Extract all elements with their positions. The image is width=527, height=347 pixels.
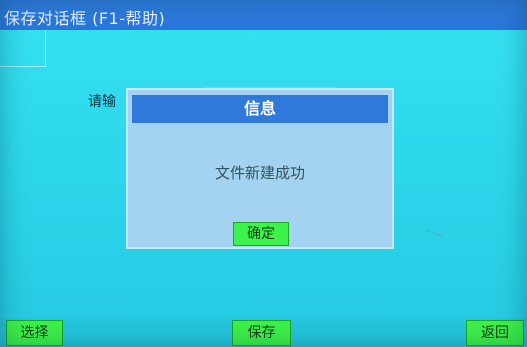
dialog-title: 信息	[132, 95, 388, 123]
window-title: 保存对话框 (F1-帮助)	[4, 9, 166, 28]
corner-frame	[0, 30, 46, 67]
save-button[interactable]: 保存	[232, 320, 291, 346]
back-button[interactable]: 返回	[466, 320, 524, 346]
ok-button[interactable]: 确定	[233, 222, 289, 246]
dialog-message: 文件新建成功	[214, 164, 305, 182]
title-bar: 保存对话框 (F1-帮助)	[0, 0, 527, 31]
info-dialog: 信息 文件新建成功 确定	[126, 88, 394, 249]
select-button[interactable]: 选择	[6, 320, 63, 346]
hmi-screen: 保存对话框 (F1-帮助) 请输 信息 文件新建成功 确定 选择 保存 返回	[0, 0, 527, 347]
filename-input-label: 请输	[88, 94, 116, 110]
